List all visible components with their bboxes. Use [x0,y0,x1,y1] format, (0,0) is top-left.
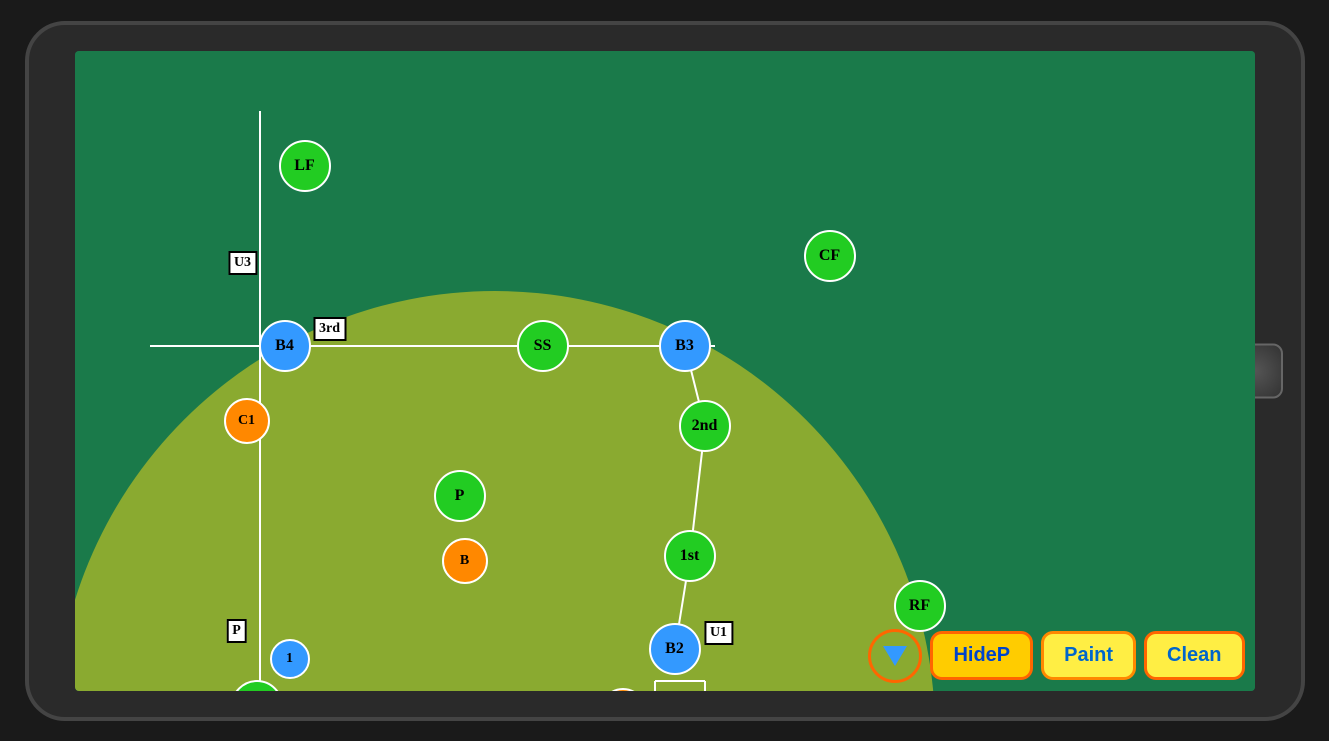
player-b1[interactable]: 1 [270,639,310,679]
undo-button[interactable] [868,629,922,683]
label-u3: U3 [228,251,257,275]
label-3rd: 3rd [313,317,346,341]
player-b4[interactable]: B4 [259,320,311,372]
player-b2[interactable]: B2 [649,623,701,675]
player-rf[interactable]: RF [894,580,946,632]
player-cf[interactable]: CF [804,230,856,282]
player-lf[interactable]: LF [279,140,331,192]
player-c2[interactable]: C2 [600,688,646,691]
player-c1[interactable]: C1 [224,398,270,444]
button-bar: HideP Paint Clean [868,629,1244,683]
screen: LF CF RF SS 2nd 1st P C B4 B3 B2 1 C1 B C2 U3 3rd P U1 Hi… [75,51,1255,691]
triangle-icon [883,646,907,666]
paint-button[interactable]: Paint [1041,631,1136,680]
label-p-label: P [226,619,247,643]
player-b3[interactable]: B3 [659,320,711,372]
device-frame: LF CF RF SS 2nd 1st P C B4 B3 B2 1 C1 B C2 U3 3rd P U1 Hi… [25,21,1305,721]
label-u1: U1 [704,621,733,645]
player-2nd[interactable]: 2nd [679,400,731,452]
hidep-button[interactable]: HideP [930,631,1033,680]
player-p[interactable]: P [434,470,486,522]
player-1st[interactable]: 1st [664,530,716,582]
clean-button[interactable]: Clean [1144,631,1244,680]
player-ss[interactable]: SS [517,320,569,372]
player-b[interactable]: B [442,538,488,584]
player-c[interactable]: C [231,680,283,691]
